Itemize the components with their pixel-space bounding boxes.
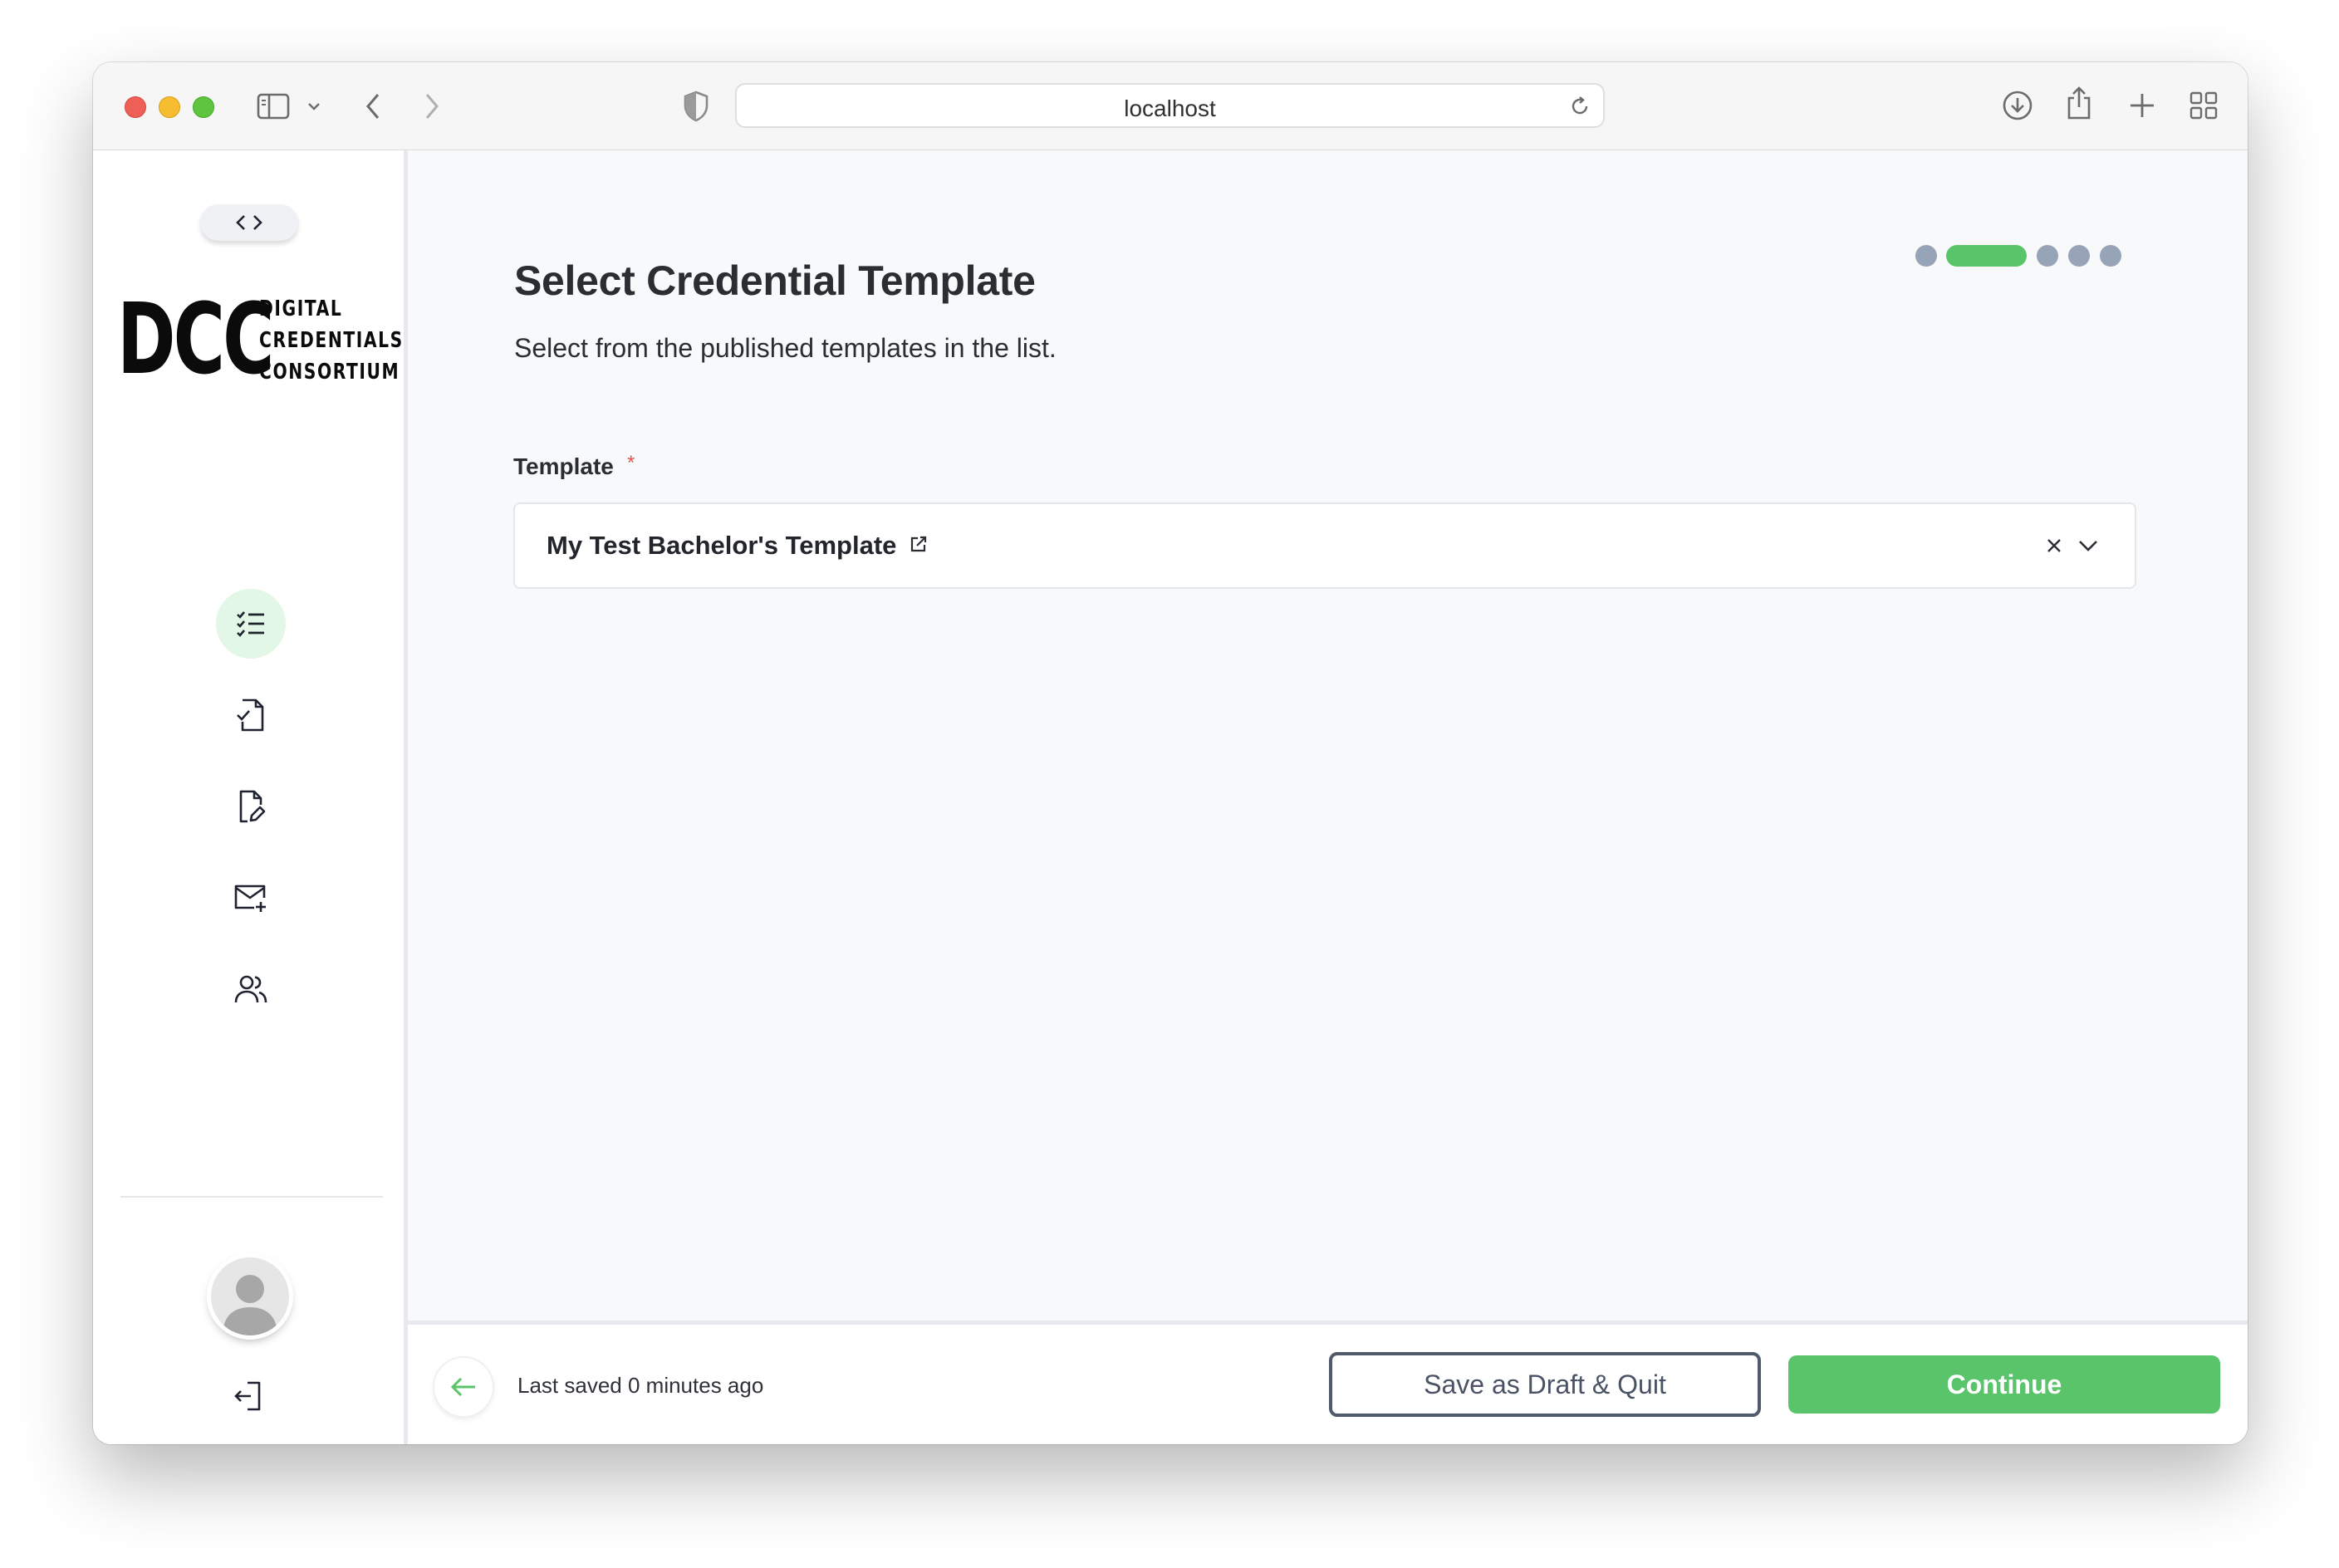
chevron-down-icon[interactable] [306, 100, 321, 112]
back-button[interactable] [434, 1358, 493, 1416]
tab-overview-icon[interactable] [2189, 91, 2219, 120]
logo-line-3: CONSORTIUM [259, 360, 400, 385]
file-check-icon [237, 698, 264, 732]
logo-line-1: DIGITAL [259, 296, 343, 321]
browser-window: localhost DCC DIGITAL CREDENTIALS CONSOR… [93, 62, 2248, 1444]
sidebar: DCC DIGITAL CREDENTIALS CONSORTIUM [93, 150, 408, 1444]
logo-line-2: CREDENTIALS [259, 328, 404, 353]
nav-item-recipients[interactable] [216, 954, 286, 1024]
required-marker: * [627, 452, 635, 474]
step-indicator-3 [2037, 245, 2058, 267]
list-icon [237, 611, 264, 637]
users-icon [234, 975, 267, 1003]
download-icon[interactable] [2001, 89, 2034, 122]
file-edit-icon [239, 790, 266, 823]
reload-icon[interactable] [1568, 95, 1591, 118]
step-indicator-5 [2100, 245, 2121, 267]
nav-item-credentials-list[interactable] [216, 589, 286, 659]
arrow-left-icon [450, 1377, 475, 1397]
main-content: Select Credential Template Select from t… [408, 150, 2248, 1444]
step-indicator-2-current [1946, 245, 2027, 267]
close-window-button[interactable] [125, 96, 146, 118]
step-indicator-1 [1915, 245, 1937, 267]
logo-abbreviation: DCC [117, 282, 274, 396]
new-tab-icon[interactable] [2127, 91, 2157, 120]
page-subtitle: Select from the published templates in t… [514, 333, 1057, 363]
logout-icon [234, 1381, 261, 1411]
logo-wordmark: DIGITAL CREDENTIALS CONSORTIUM [259, 293, 404, 388]
continue-button[interactable]: Continue [1788, 1355, 2220, 1414]
code-chevrons-icon [236, 215, 262, 230]
sidebar-divider [120, 1196, 383, 1198]
mail-plus-icon [234, 884, 266, 912]
address-text: localhost [1124, 96, 1216, 121]
share-icon[interactable] [2064, 85, 2094, 121]
template-field-label: Template [513, 453, 614, 479]
nav-item-send-credentials[interactable] [216, 863, 286, 933]
nav-item-templates[interactable] [216, 772, 286, 841]
zoom-window-button[interactable] [193, 96, 214, 118]
external-link-icon[interactable] [909, 534, 929, 554]
shield-icon[interactable] [682, 90, 710, 123]
last-saved-status: Last saved 0 minutes ago [517, 1373, 764, 1398]
nav-item-issued-credentials[interactable] [216, 680, 286, 750]
address-bar[interactable]: localhost [735, 83, 1605, 128]
forward-arrow-icon[interactable] [422, 91, 442, 121]
clear-icon[interactable] [2043, 535, 2065, 556]
save-draft-quit-button[interactable]: Save as Draft & Quit [1329, 1352, 1761, 1417]
sidebar-collapse-button[interactable] [200, 204, 298, 241]
chevron-down-icon[interactable] [2077, 535, 2100, 556]
template-select-value: My Test Bachelor's Template [547, 531, 897, 560]
wizard-footer: Last saved 0 minutes ago Save as Draft &… [408, 1321, 2248, 1444]
minimize-window-button[interactable] [159, 96, 180, 118]
browser-toolbar: localhost [93, 62, 2248, 150]
avatar[interactable] [211, 1257, 289, 1335]
back-arrow-icon[interactable] [363, 91, 383, 121]
template-select[interactable]: My Test Bachelor's Template [513, 502, 2136, 589]
page-title: Select Credential Template [514, 257, 1036, 304]
logout-button[interactable] [231, 1379, 264, 1417]
step-indicator-4 [2068, 245, 2090, 267]
user-avatar-icon [223, 1275, 277, 1335]
sidebar-toggle-icon[interactable] [257, 93, 290, 120]
